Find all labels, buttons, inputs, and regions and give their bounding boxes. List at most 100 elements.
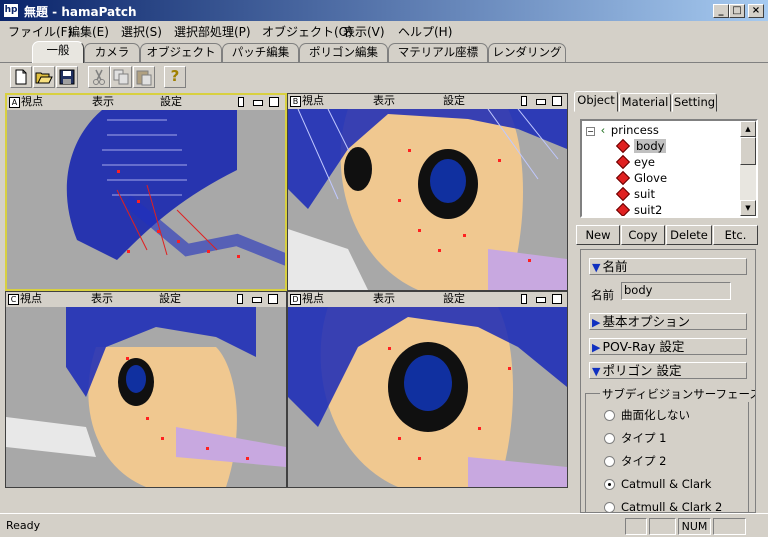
tab-object[interactable]: オブジェクト [140,43,222,62]
basic-options-header[interactable]: ▶ 基本オプション [589,313,747,330]
minimize-button[interactable]: _ [713,4,729,18]
povray-settings-header[interactable]: ▶ POV-Ray 設定 [589,338,747,355]
viewport-b-maximize-button[interactable] [552,96,562,106]
menu-object[interactable]: オブジェクト(O) [262,23,353,40]
tree-root[interactable]: − ‹ princess [586,122,659,138]
viewport-c-maximize-button[interactable] [268,294,278,304]
viewport-c-display-menu[interactable]: 表示 [91,292,113,306]
tab-general[interactable]: 一般 [32,41,84,63]
viewport-c-minimize-button[interactable] [252,297,262,303]
delete-object-button[interactable]: Delete [666,225,712,245]
viewport-d-split-button[interactable] [521,294,527,304]
name-label: 名前 [591,288,614,302]
viewport-d[interactable]: D 視点 表示 設定 [287,291,568,488]
viewport-a-settings-menu[interactable]: 設定 [160,95,182,109]
viewport-c-letter: C [8,294,19,305]
new-file-icon [15,69,27,85]
tree-item-label: suit2 [634,203,663,217]
tree-item-label: body [634,139,667,153]
name-section-header[interactable]: ▼ 名前 [589,258,747,275]
help-button[interactable]: ? [164,66,186,88]
viewport-b-display-menu[interactable]: 表示 [373,94,395,108]
status-pane-2 [649,518,676,535]
tree-item-glove[interactable]: Glove [615,170,667,186]
open-button[interactable] [33,66,55,88]
tab-setting-panel[interactable]: Setting [672,93,717,112]
viewport-d-display-menu[interactable]: 表示 [373,292,395,306]
viewport-b-viewpoint-menu[interactable]: 視点 [302,94,324,108]
viewport-c[interactable]: C 視点 表示 設定 [5,291,287,488]
scroll-thumb[interactable] [740,137,756,165]
copy-button[interactable] [110,66,132,88]
paste-button[interactable] [133,66,155,88]
tree-root-label: princess [610,123,659,137]
help-icon: ? [170,67,180,85]
tab-material-panel[interactable]: Material [619,93,671,112]
viewport-a-split-button[interactable] [238,97,244,107]
window-title: 無題 - hamaPatch [24,5,137,19]
collapse-icon[interactable]: − [586,127,595,136]
radio-no-smoothing[interactable]: 曲面化しない [604,407,690,423]
scroll-down-button[interactable]: ▼ [740,200,756,216]
object-icon [615,154,631,170]
object-tree[interactable]: − ‹ princess body eye Glove suit suit2 ▲… [580,119,758,218]
tab-material-coords[interactable]: マテリアル座標 [388,43,488,62]
tree-scrollbar[interactable]: ▲ ▼ [740,121,756,216]
save-button[interactable] [56,66,78,88]
new-object-button[interactable]: New [576,225,620,245]
menu-selection-process[interactable]: 選択部処理(P) [174,23,251,40]
radio-type-1[interactable]: タイプ 1 [604,430,666,446]
viewport-b-settings-menu[interactable]: 設定 [443,94,465,108]
tree-item-body[interactable]: body [615,138,667,154]
viewport-b-split-button[interactable] [521,96,527,106]
copy-object-button[interactable]: Copy [621,225,665,245]
menu-view[interactable]: 表示(V) [343,23,385,40]
viewport-a-minimize-button[interactable] [253,100,263,106]
new-file-button[interactable] [10,66,32,88]
viewport-d-maximize-button[interactable] [552,294,562,304]
tree-item-eye[interactable]: eye [615,154,655,170]
radio-catmull-clark-2[interactable]: Catmull & Clark 2 [604,499,722,512]
viewport-c-viewpoint-menu[interactable]: 視点 [20,292,42,306]
radio-type-2[interactable]: タイプ 2 [604,453,666,469]
tab-polygon-edit[interactable]: ポリゴン編集 [299,43,388,62]
viewport-d-toolbar: D 視点 表示 設定 [288,292,567,307]
status-text: Ready [6,519,41,532]
viewport-a-maximize-button[interactable] [269,97,279,107]
viewport-c-split-button[interactable] [237,294,243,304]
object-icon [615,170,631,186]
tree-item-suit[interactable]: suit [615,186,655,202]
menu-edit[interactable]: 編集(E) [68,23,109,40]
menu-help[interactable]: ヘルプ(H) [398,23,452,40]
radio-catmull-clark[interactable]: Catmull & Clark [604,476,711,492]
maximize-button[interactable]: □ [729,4,745,18]
cut-icon [93,69,105,85]
viewport-a-display-menu[interactable]: 表示 [92,95,114,109]
name-field[interactable]: body [621,282,731,300]
viewport-d-settings-menu[interactable]: 設定 [443,292,465,306]
etc-button[interactable]: Etc. [713,225,758,245]
cut-button[interactable] [88,66,110,88]
viewport-c-settings-menu[interactable]: 設定 [159,292,181,306]
tab-patch-edit[interactable]: パッチ編集 [222,43,299,62]
viewport-d-minimize-button[interactable] [536,297,546,303]
menu-select[interactable]: 選択(S) [121,23,162,40]
viewport-b[interactable]: B 視点 表示 設定 [287,93,568,291]
tab-object-panel[interactable]: Object [574,91,618,112]
scroll-up-button[interactable]: ▲ [740,121,756,137]
viewport-d-character-render [288,307,567,487]
polygon-settings-header[interactable]: ▼ ポリゴン 設定 [589,362,747,379]
paste-icon [136,70,152,86]
status-pane-1 [625,518,647,535]
tab-rendering[interactable]: レンダリング [488,43,566,62]
viewport-a[interactable]: A 視点 表示 設定 [5,93,287,291]
viewport-b-toolbar: B 視点 表示 設定 [288,94,567,109]
menu-file[interactable]: ファイル(F) [8,23,72,40]
tab-camera[interactable]: カメラ [84,43,140,62]
viewport-d-viewpoint-menu[interactable]: 視点 [302,292,324,306]
viewport-b-minimize-button[interactable] [536,99,546,105]
tree-item-suit2[interactable]: suit2 [615,202,663,217]
expanded-icon: ▼ [592,261,601,274]
close-button[interactable]: × [748,4,764,18]
viewport-a-viewpoint-menu[interactable]: 視点 [21,95,43,109]
